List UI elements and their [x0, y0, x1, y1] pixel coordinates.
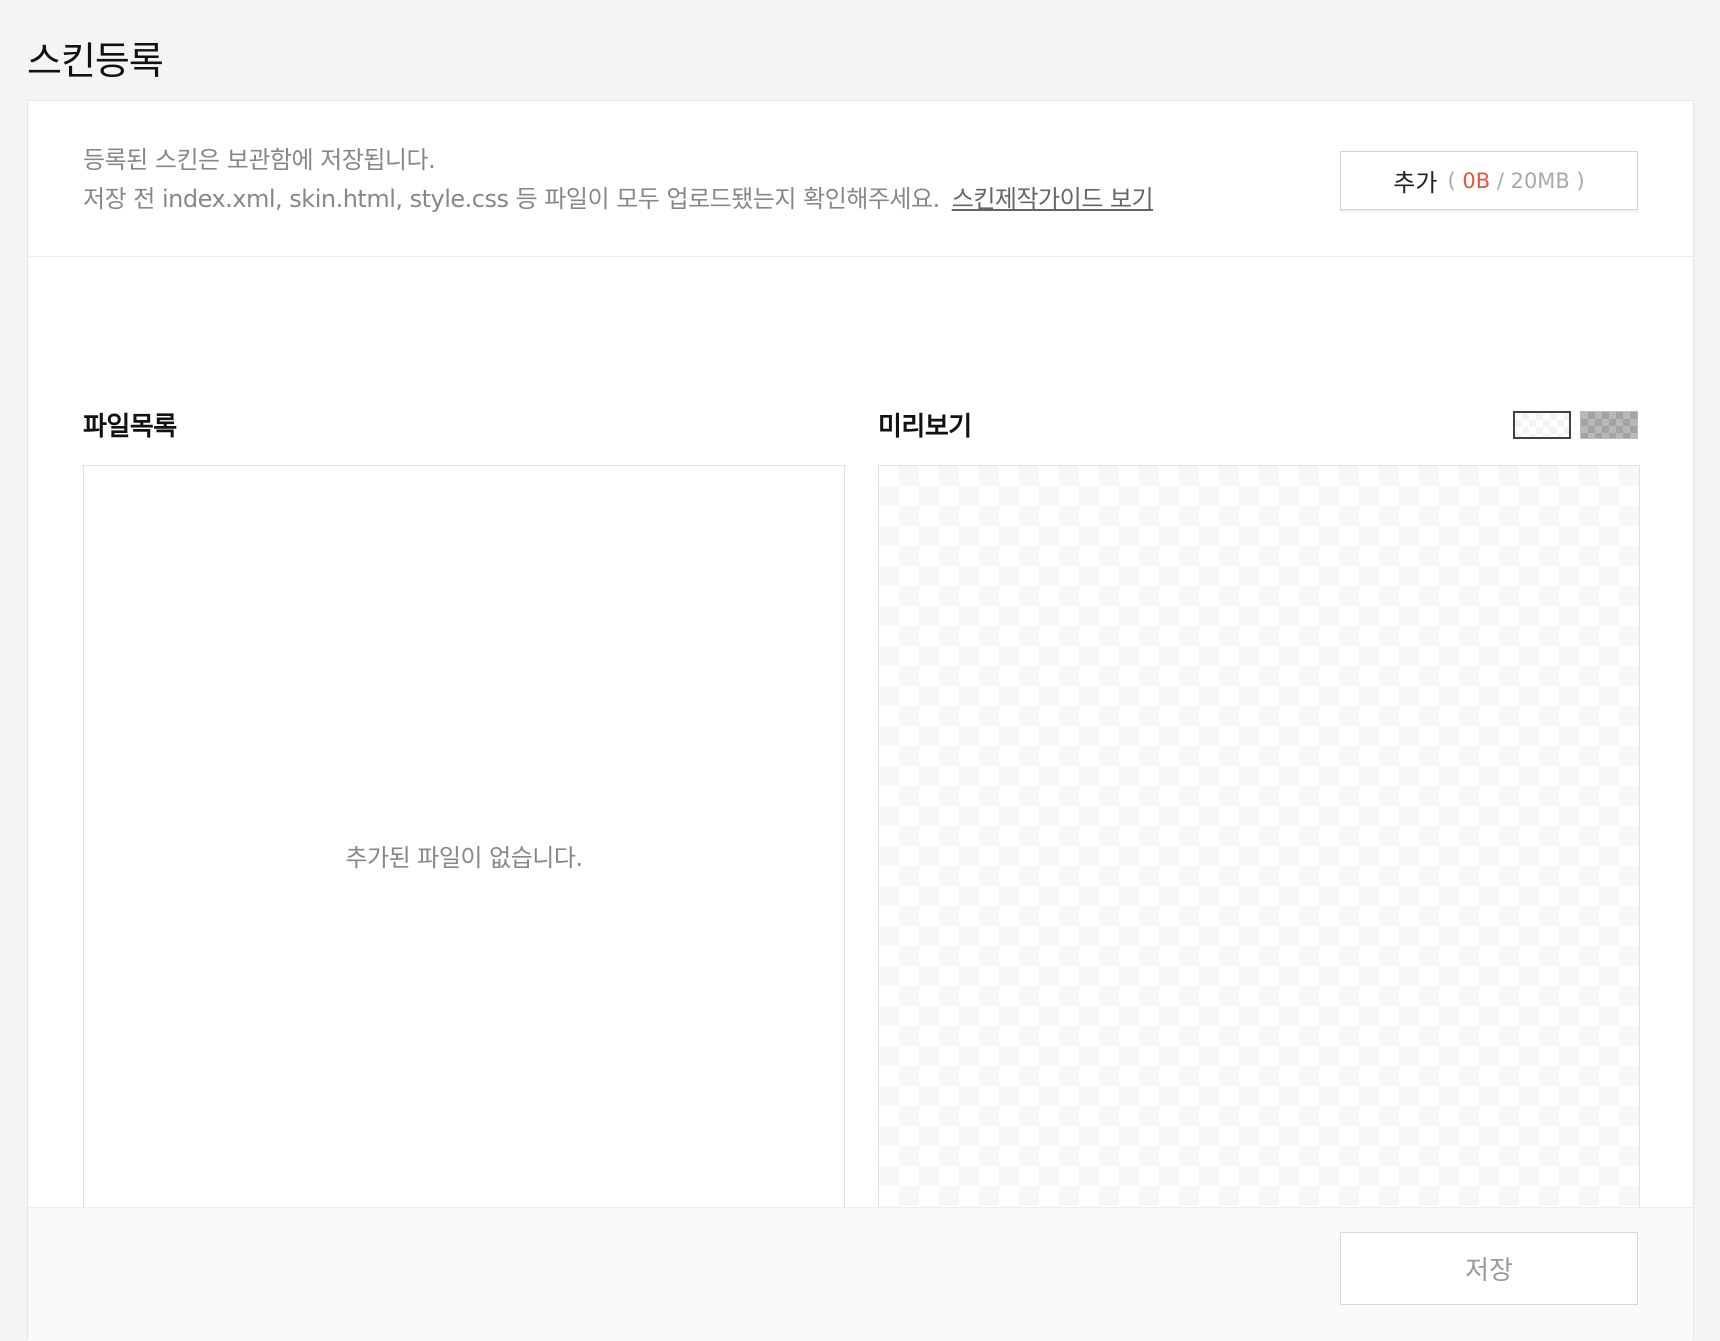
guide-link[interactable]: 스킨제작가이드 보기 — [952, 185, 1154, 213]
file-list-box[interactable]: 추가된 파일이 없습니다. — [83, 465, 845, 1250]
preview-heading: 미리보기 — [878, 412, 972, 442]
skin-register-card: 등록된 스킨은 보관함에 저장됩니다. 저장 전 index.xml, skin… — [27, 100, 1694, 1341]
preview-area — [878, 465, 1640, 1250]
info-line-2: 저장 전 index.xml, skin.html, style.css 등 파… — [83, 180, 1154, 219]
footer-bar: 저장 — [28, 1207, 1693, 1341]
save-button[interactable]: 저장 — [1340, 1232, 1638, 1305]
preview-bg-light-toggle[interactable] — [1513, 411, 1571, 439]
capacity-open-paren: ( — [1447, 168, 1456, 193]
file-list-empty-message: 추가된 파일이 없습니다. — [345, 844, 583, 872]
capacity-separator: / — [1496, 168, 1504, 193]
storage-capacity: ( 0B / 20MB ) — [1447, 169, 1584, 193]
capacity-close-paren: ) — [1576, 168, 1585, 193]
capacity-limit: 20MB — [1510, 168, 1570, 193]
info-line-1: 등록된 스킨은 보관함에 저장됩니다. — [83, 146, 436, 174]
preview-bg-dark-toggle[interactable] — [1580, 411, 1638, 439]
page-title: 스킨등록 — [27, 39, 164, 83]
file-list-heading: 파일목록 — [83, 412, 177, 442]
add-file-button[interactable]: 추가 ( 0B / 20MB ) — [1340, 151, 1638, 210]
add-button-label: 추가 — [1393, 169, 1438, 197]
info-text: 등록된 스킨은 보관함에 저장됩니다. 저장 전 index.xml, skin… — [83, 141, 1154, 219]
info-line-2-text: 저장 전 index.xml, skin.html, style.css 등 파… — [83, 185, 940, 213]
capacity-used: 0B — [1462, 168, 1491, 193]
info-section: 등록된 스킨은 보관함에 저장됩니다. 저장 전 index.xml, skin… — [28, 101, 1693, 257]
